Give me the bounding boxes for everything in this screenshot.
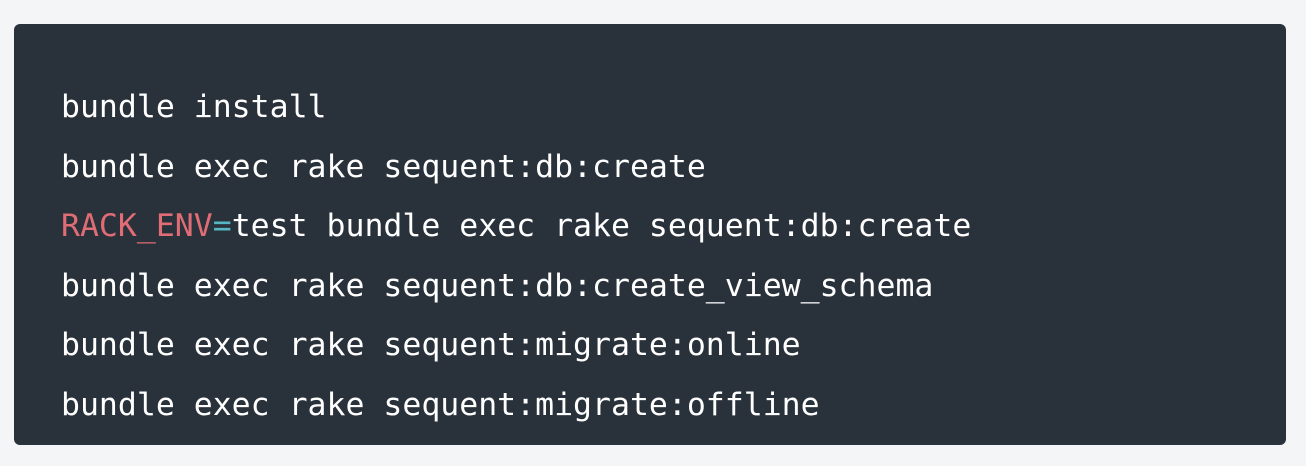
- code-line: bundle install: [61, 89, 327, 125]
- code-line: bundle exec rake sequent:migrate:offline: [61, 386, 820, 423]
- env-variable-name: RACK_ENV: [61, 208, 213, 244]
- command-text: test bundle exec rake sequent:db:create: [231, 208, 972, 244]
- assignment-operator: =: [212, 208, 232, 244]
- code-line: RACK_ENV=test bundle exec rake sequent:d…: [61, 197, 1286, 257]
- code-block[interactable]: bundle install bundle exec rake sequent:…: [14, 24, 1286, 445]
- code-line: bundle exec rake sequent:db:create_view_…: [61, 267, 934, 304]
- code-line: bundle exec rake sequent:migrate:online: [61, 327, 801, 363]
- code-line: bundle exec rake sequent:db:create: [61, 148, 706, 185]
